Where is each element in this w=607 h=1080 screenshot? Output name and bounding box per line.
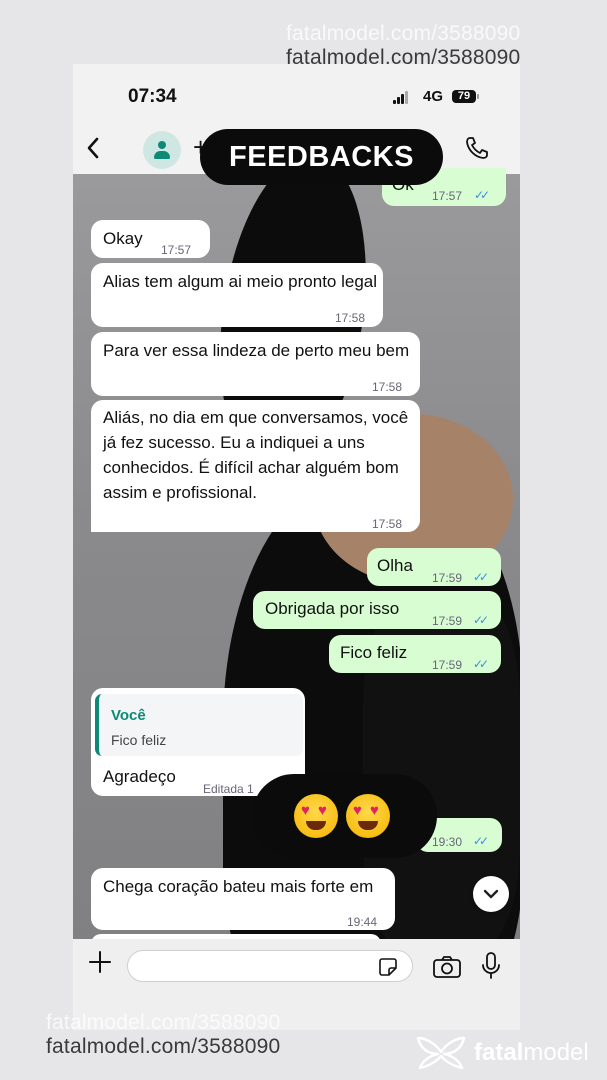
message-bubble-in[interactable]: Para ver essa lindeza de perto meu bem 1… <box>91 332 420 396</box>
message-text: Agradeço <box>103 767 176 786</box>
phone-screenshot: 07:34 4G 79 + Ok 17:57 ✓✓ Okay 17:57 Ali… <box>73 64 520 1030</box>
message-bubble-in[interactable]: Okay 17:57 <box>91 220 210 258</box>
network-type: 4G <box>423 88 444 105</box>
scroll-down-button[interactable] <box>473 876 509 912</box>
edited-label: Editada 1 <box>203 782 254 796</box>
quoted-text: Fico feliz <box>111 732 167 748</box>
message-text: Aliás, no dia em que conversamos, você j… <box>103 408 409 502</box>
message-text: Fico feliz <box>340 643 408 662</box>
message-text: Olha <box>377 556 413 575</box>
message-time: 17:57 <box>432 189 463 203</box>
message-bubble-in[interactable]: Alias tem algum ai meio pronto legal 17:… <box>91 263 383 327</box>
chevron-left-icon[interactable] <box>79 130 109 166</box>
message-time: 19:44 <box>347 915 378 929</box>
heart-eye-icon: ♥ <box>318 802 327 819</box>
message-time: 17:59 <box>432 571 463 585</box>
message-bubble-out[interactable]: Obrigada por isso 17:59 ✓✓ <box>253 591 501 629</box>
quoted-message[interactable]: Você Fico feliz <box>95 694 303 756</box>
read-ticks-icon: ✓✓ <box>473 657 489 671</box>
emoji-mouth <box>306 821 326 830</box>
read-ticks-icon: ✓✓ <box>473 570 489 584</box>
emoji-highlight: ♥ ♥ ♥ ♥ <box>252 774 437 858</box>
message-bubble-in[interactable]: Aliás, no dia em que conversamos, você j… <box>91 400 420 532</box>
signal-icon <box>393 91 409 109</box>
message-time: 17:58 <box>372 517 403 531</box>
message-time: 17:57 <box>161 243 192 257</box>
message-time: 17:59 <box>432 658 463 672</box>
fatalmodel-logo-icon <box>414 1034 468 1070</box>
brand-name: fatalmodel <box>474 1039 589 1067</box>
watermark-bottom-2: fatalmodel.com/3588090 <box>46 1035 281 1058</box>
sticker-icon[interactable] <box>378 957 398 977</box>
camera-icon[interactable] <box>432 955 462 979</box>
heart-eyes-emoji: ♥ ♥ <box>294 794 338 838</box>
message-text: Chega coração bateu mais forte em <box>103 877 374 896</box>
read-ticks-icon: ✓✓ <box>474 188 490 202</box>
heart-eye-icon: ♥ <box>301 802 310 819</box>
watermark-top-1: fatalmodel.com/3588090 <box>286 22 521 45</box>
read-ticks-icon: ✓✓ <box>473 613 489 627</box>
message-time: 17:58 <box>372 380 403 394</box>
microphone-icon[interactable] <box>480 951 502 981</box>
message-bubble-out[interactable]: Olha 17:59 ✓✓ <box>367 548 501 586</box>
message-input[interactable] <box>127 950 413 982</box>
person-icon <box>158 141 166 149</box>
message-text: Para ver essa lindeza de perto meu bem <box>103 341 410 360</box>
contact-avatar[interactable] <box>143 131 181 169</box>
phone-icon[interactable] <box>463 134 491 162</box>
message-bubble-in[interactable]: Chega coração bateu mais forte em 19:44 <box>91 868 395 930</box>
status-bar: 07:34 4G 79 <box>73 64 520 122</box>
battery-tip <box>477 94 479 99</box>
message-time: 19:30 <box>432 835 463 849</box>
heart-eye-icon: ♥ <box>370 802 379 819</box>
message-time: 17:59 <box>432 614 463 628</box>
status-time: 07:34 <box>128 86 177 107</box>
quoted-author: Você <box>111 707 146 724</box>
message-text: Okay <box>103 229 143 248</box>
brand-name-bold: fatal <box>474 1039 524 1066</box>
emoji-mouth <box>358 821 378 830</box>
message-text: Alias tem algum ai meio pronto legal <box>103 272 378 291</box>
heart-eyes-emoji: ♥ ♥ <box>346 794 390 838</box>
heart-eye-icon: ♥ <box>353 802 362 819</box>
message-text: Obrigada por isso <box>265 599 400 618</box>
message-bubble-out[interactable]: Fico feliz 17:59 ✓✓ <box>329 635 501 673</box>
read-ticks-icon: ✓✓ <box>473 834 489 848</box>
person-icon-body <box>154 151 170 159</box>
feedbacks-overlay-label: FEEDBACKS <box>200 129 443 185</box>
battery-icon: 79 <box>452 90 476 103</box>
plus-icon[interactable] <box>87 949 113 983</box>
brand-name-regular: model <box>523 1039 589 1066</box>
message-time: 17:58 <box>335 311 366 325</box>
watermark-bottom-1: fatalmodel.com/3588090 <box>46 1011 281 1034</box>
